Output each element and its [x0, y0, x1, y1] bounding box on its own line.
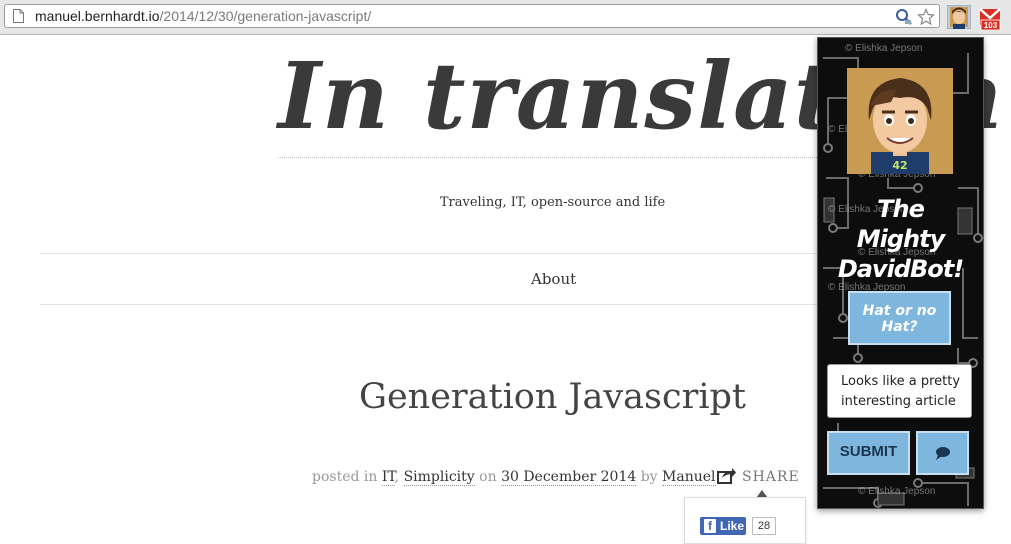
mail-count-badge: 103: [984, 21, 998, 30]
message-input[interactable]: Looks like a pretty interesting article: [827, 364, 972, 418]
facebook-like-button[interactable]: f Like: [700, 517, 746, 535]
meta-separator: ,: [394, 469, 400, 485]
bot-name-line: Mighty: [856, 225, 946, 253]
hat-button-line: Hat?: [881, 319, 918, 335]
davidbot-extension-icon[interactable]: [947, 5, 971, 29]
facebook-icon: f: [704, 519, 716, 533]
bot-name-line: DavidBot!: [837, 255, 964, 283]
nav-link-about[interactable]: About: [531, 270, 576, 288]
address-bar[interactable]: manuel.bernhardt.io/2014/12/30/generatio…: [4, 4, 940, 28]
hat-button-line: Hat or no: [862, 303, 937, 319]
category-link-simplicity[interactable]: Simplicity: [403, 469, 475, 486]
post-meta: posted in IT, Simplicity on 30 December …: [312, 469, 716, 486]
browser-toolbar: manuel.bernhardt.io/2014/12/30/generatio…: [0, 0, 1011, 35]
nav-divider-bottom: [40, 304, 840, 305]
star-icon[interactable]: [917, 8, 935, 26]
post-date-link[interactable]: 30 December 2014: [501, 469, 637, 486]
share-icon[interactable]: [717, 467, 737, 485]
share-button[interactable]: SHARE: [742, 469, 800, 485]
meta-on: on: [479, 469, 497, 485]
nav-divider-top: [40, 253, 840, 254]
hat-or-no-hat-button[interactable]: Hat or no Hat?: [848, 291, 951, 345]
davidbot-popup: © Elishka Jepson © Elishka Jepson © Elis…: [817, 37, 984, 509]
title-divider: [278, 157, 823, 158]
page-icon: [13, 9, 24, 23]
bot-name-line: The: [877, 195, 925, 223]
url-text: manuel.bernhardt.io/2014/12/30/generatio…: [35, 8, 371, 24]
meta-posted-in: posted in: [312, 469, 378, 485]
chat-button[interactable]: [916, 431, 969, 475]
watermark: © Elishka Jepson: [845, 43, 923, 54]
url-host: manuel.bernhardt.io: [35, 8, 160, 24]
author-link[interactable]: Manuel: [662, 469, 716, 486]
gmail-icon[interactable]: 103: [978, 6, 1002, 30]
shirt-number: 42: [892, 159, 907, 172]
davidbot-avatar: 42: [847, 68, 953, 174]
bot-name: The Mighty DavidBot!: [818, 194, 983, 284]
submit-button[interactable]: SUBMIT: [827, 431, 910, 475]
meta-by: by: [640, 469, 658, 485]
watermark: © Elishka Jepson: [858, 486, 936, 497]
like-count: 28: [752, 517, 776, 535]
url-path: /2014/12/30/generation-javascript/: [159, 8, 372, 24]
category-link-it[interactable]: IT: [381, 469, 395, 486]
chat-bubble-icon: [936, 447, 950, 460]
search-icon[interactable]: [895, 8, 913, 26]
like-label: Like: [720, 519, 745, 533]
